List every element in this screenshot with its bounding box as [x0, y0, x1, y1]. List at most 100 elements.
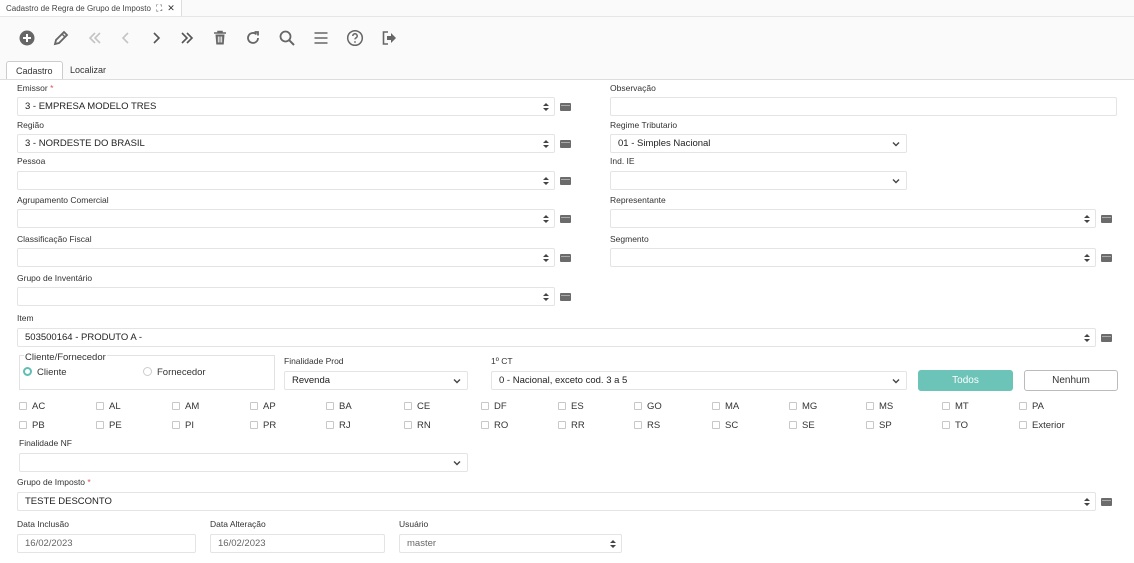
checkbox-ms[interactable]: [866, 402, 874, 410]
checkbox-exterior[interactable]: [1019, 421, 1027, 429]
window-tab[interactable]: Cadastro de Regra de Grupo de Imposto ⛶ …: [0, 0, 182, 16]
checkbox-label-go: GO: [647, 401, 662, 412]
checkbox-sp[interactable]: [866, 421, 874, 429]
checkbox-rs[interactable]: [634, 421, 642, 429]
checkbox-ce[interactable]: [404, 402, 412, 410]
next-record-button[interactable]: [146, 28, 166, 48]
usuario-value: master: [407, 538, 437, 549]
lookup-icon[interactable]: [560, 214, 571, 223]
checkbox-pr[interactable]: [250, 421, 258, 429]
tab-localizar[interactable]: Localizar: [61, 61, 115, 80]
checkbox-se[interactable]: [789, 421, 797, 429]
checkbox-rn[interactable]: [404, 421, 412, 429]
emissor-select[interactable]: 3 - EMPRESA MODELO TRES: [17, 97, 555, 116]
maximize-icon[interactable]: ⛶: [156, 3, 162, 14]
finalidade-prod-label: Finalidade Prod: [284, 356, 344, 366]
grupo-imposto-select[interactable]: TESTE DESCONTO: [17, 492, 1096, 511]
checkbox-ma[interactable]: [712, 402, 720, 410]
primeiro-ct-select[interactable]: 0 - Nacional, exceto cod. 3 a 5: [491, 371, 907, 390]
nenhum-button[interactable]: Nenhum: [1024, 370, 1118, 391]
checkbox-pa[interactable]: [1019, 402, 1027, 410]
lookup-icon[interactable]: [560, 102, 571, 111]
checkbox-label-mt: MT: [955, 401, 969, 412]
lookup-icon[interactable]: [1101, 214, 1112, 223]
exit-button[interactable]: [379, 28, 399, 48]
checkbox-label-rr: RR: [571, 420, 585, 431]
checkbox-label-mg: MG: [802, 401, 818, 412]
checkbox-rj[interactable]: [326, 421, 334, 429]
lookup-icon[interactable]: [560, 253, 571, 262]
classificacao-fiscal-select[interactable]: [17, 248, 555, 267]
checkbox-es[interactable]: [558, 402, 566, 410]
checkbox-pi[interactable]: [172, 421, 180, 429]
finalidade-nf-select[interactable]: [19, 453, 468, 472]
regime-tributario-value: 01 - Simples Nacional: [618, 138, 711, 149]
regime-tributario-select[interactable]: 01 - Simples Nacional: [610, 134, 907, 153]
checkbox-label-ap: AP: [263, 401, 276, 412]
refresh-button[interactable]: [243, 28, 263, 48]
checkbox-mt[interactable]: [942, 402, 950, 410]
list-button[interactable]: [311, 28, 331, 48]
last-icon: [181, 32, 194, 44]
segmento-select[interactable]: [610, 248, 1096, 267]
add-button[interactable]: [17, 28, 37, 48]
checkbox-ac[interactable]: [19, 402, 27, 410]
list-icon: [314, 32, 328, 44]
item-select[interactable]: 503500164 - PRODUTO A -: [17, 328, 1096, 347]
checkbox-mg[interactable]: [789, 402, 797, 410]
last-record-button[interactable]: [177, 28, 197, 48]
radio-cliente[interactable]: [23, 367, 32, 376]
checkbox-rr[interactable]: [558, 421, 566, 429]
checkbox-label-sc: SC: [725, 420, 739, 431]
edit-button[interactable]: [51, 28, 71, 48]
grupo-inventario-select[interactable]: [17, 287, 555, 306]
close-icon[interactable]: ✕: [167, 3, 175, 14]
checkbox-label-pr: PR: [263, 420, 277, 431]
help-button[interactable]: [345, 28, 365, 48]
usuario-select[interactable]: master: [399, 534, 622, 553]
lookup-icon[interactable]: [560, 176, 571, 185]
checkbox-go[interactable]: [634, 402, 642, 410]
radio-fornecedor[interactable]: [143, 367, 152, 376]
todos-button[interactable]: Todos: [918, 370, 1013, 391]
checkbox-sc[interactable]: [712, 421, 720, 429]
next-icon: [153, 32, 161, 44]
ind-ie-select[interactable]: [610, 171, 907, 190]
representante-select[interactable]: [610, 209, 1096, 228]
checkbox-ro[interactable]: [481, 421, 489, 429]
sort-caret-icon: [610, 540, 616, 548]
agrupamento-comercial-select[interactable]: [17, 209, 555, 228]
lookup-icon[interactable]: [1101, 253, 1112, 262]
checkbox-df[interactable]: [481, 402, 489, 410]
lookup-icon[interactable]: [1101, 333, 1112, 342]
sort-caret-icon: [543, 103, 549, 111]
lookup-icon[interactable]: [560, 139, 571, 148]
search-button[interactable]: [277, 28, 297, 48]
chevron-down-icon: [453, 461, 461, 466]
checkbox-ap[interactable]: [250, 402, 258, 410]
lookup-icon[interactable]: [1101, 497, 1112, 506]
delete-button[interactable]: [210, 28, 230, 48]
pessoa-select[interactable]: [17, 171, 555, 190]
checkbox-pb[interactable]: [19, 421, 27, 429]
data-alteracao-field: 16/02/2023: [210, 534, 385, 553]
classificacao-fiscal-label: Classificação Fiscal: [17, 234, 92, 244]
checkbox-ba[interactable]: [326, 402, 334, 410]
finalidade-prod-select[interactable]: Revenda: [284, 371, 468, 390]
checkbox-am[interactable]: [172, 402, 180, 410]
lookup-icon[interactable]: [560, 292, 571, 301]
checkbox-pe[interactable]: [96, 421, 104, 429]
tab-cadastro[interactable]: Cadastro: [6, 61, 63, 80]
regiao-select[interactable]: 3 - NORDESTE DO BRASIL: [17, 134, 555, 153]
checkbox-label-ac: AC: [32, 401, 46, 412]
checkbox-label-sp: SP: [879, 420, 892, 431]
representante-label: Representante: [610, 195, 666, 205]
first-record-button[interactable]: [85, 28, 105, 48]
checkbox-to[interactable]: [942, 421, 950, 429]
previous-record-button[interactable]: [116, 28, 136, 48]
search-icon: [279, 30, 295, 46]
previous-icon: [121, 32, 129, 44]
checkbox-al[interactable]: [96, 402, 104, 410]
observacao-input[interactable]: [610, 97, 1117, 116]
emissor-label: Emissor *: [17, 83, 53, 93]
